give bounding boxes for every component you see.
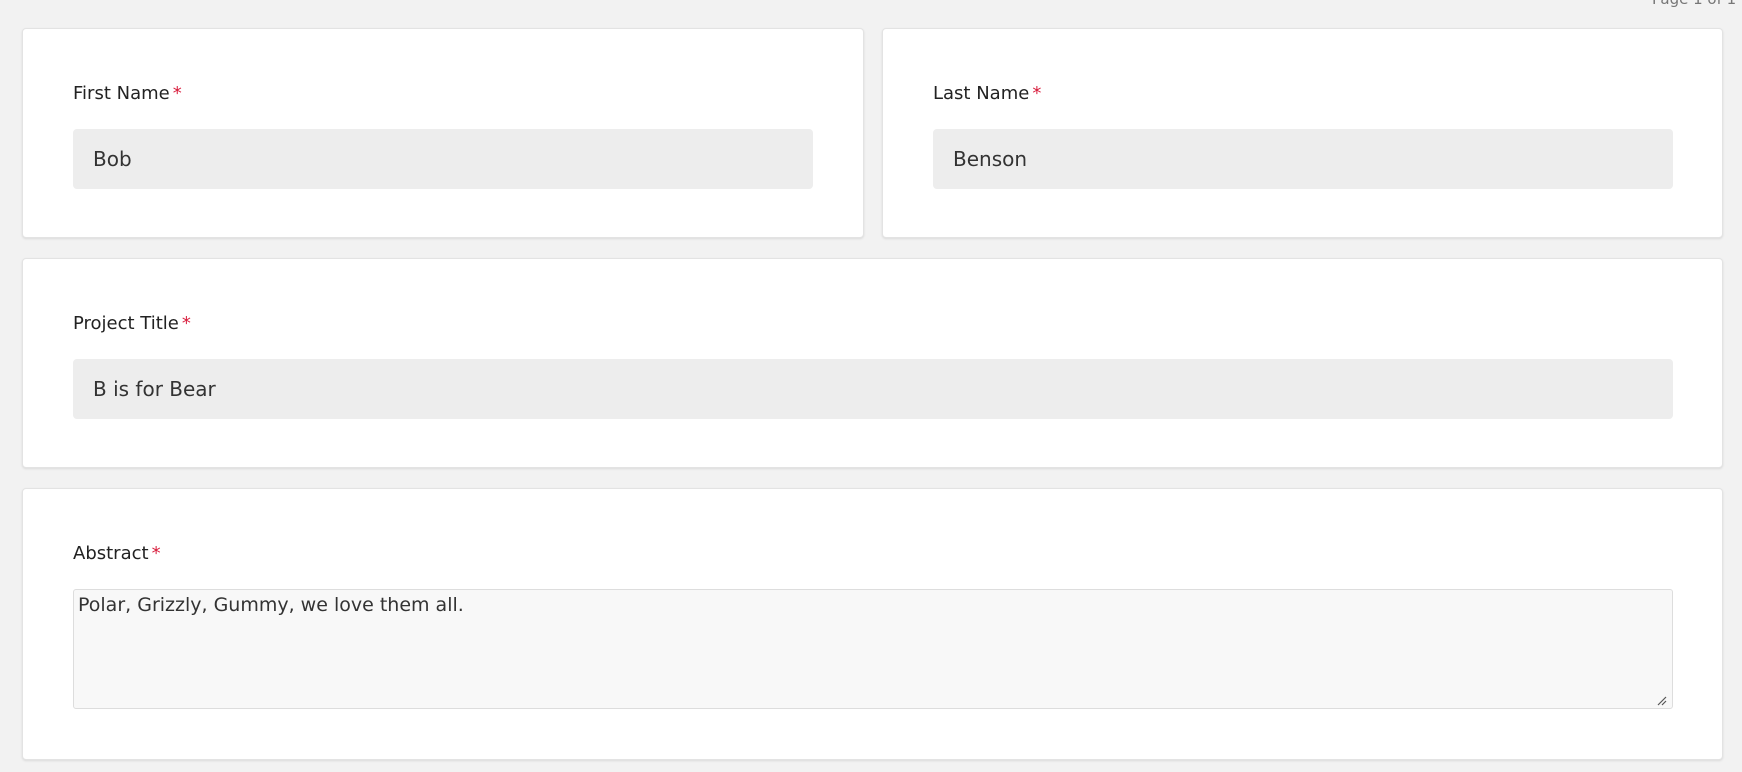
first-name-input[interactable]	[73, 129, 813, 189]
first-name-label-text: First Name	[73, 83, 170, 104]
page-indicator: Page 1 of 1	[1652, 0, 1742, 8]
last-name-card: Last Name *	[882, 28, 1723, 238]
first-name-card: First Name *	[22, 28, 864, 238]
required-mark: *	[172, 83, 182, 104]
resize-grip-icon[interactable]	[1657, 696, 1667, 706]
last-name-input[interactable]	[933, 129, 1673, 189]
abstract-label-text: Abstract	[73, 543, 149, 564]
first-name-label: First Name *	[73, 83, 182, 104]
last-name-label-text: Last Name	[933, 83, 1030, 104]
abstract-label: Abstract *	[73, 543, 161, 564]
required-mark: *	[181, 313, 191, 334]
abstract-card: Abstract * Polar, Grizzly, Gummy, we love…	[22, 488, 1723, 760]
project-title-label-text: Project Title	[73, 313, 179, 334]
required-mark: *	[151, 543, 161, 564]
project-title-label: Project Title *	[73, 313, 191, 334]
required-mark: *	[1032, 83, 1042, 104]
last-name-label: Last Name *	[933, 83, 1041, 104]
abstract-textarea[interactable]: Polar, Grizzly, Gummy, we love them all.	[73, 589, 1673, 709]
project-title-card: Project Title *	[22, 258, 1723, 468]
project-title-input[interactable]	[73, 359, 1673, 419]
